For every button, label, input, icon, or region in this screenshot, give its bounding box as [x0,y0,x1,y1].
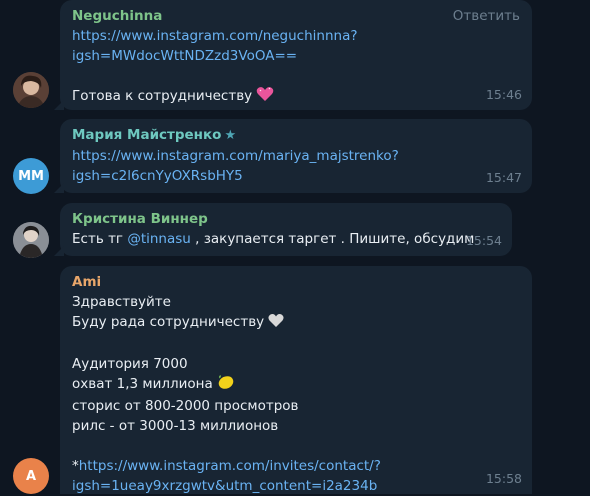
message-bubble[interactable]: Ответить Neguchinna https://www.instagra… [54,0,532,110]
message-bubble[interactable]: Ami Здравствуйте Буду рада сотрудничеств… [60,266,532,494]
message-time: 15:46 [485,87,522,102]
reply-button[interactable]: Ответить [453,6,520,26]
bubble-tail [54,183,64,193]
star-icon: ★ [224,128,237,143]
avatar[interactable] [13,72,49,108]
avatar-initials: A [25,468,37,484]
message-line: рилс - от 3000-13 миллионов [72,418,279,434]
user-photo-icon [13,72,49,108]
chat-history: Ответить Neguchinna https://www.instagra… [0,0,590,494]
message-line: Аудитория 7000 [72,356,188,372]
avatar[interactable] [13,222,49,258]
message-link[interactable]: https://www.instagram.com/mariya_majstre… [72,146,520,166]
mention-link[interactable]: @tinnasu [127,231,191,247]
heart-sparkle-icon [256,86,274,108]
white-heart-icon [268,313,285,334]
message-line: Буду рада сотрудничеству [72,312,520,334]
message-line: охват 1,3 миллиона [72,374,520,396]
user-photo-icon [13,222,49,258]
avatar-initials: ММ [18,168,44,184]
avatar[interactable]: ММ [13,158,49,194]
message-time: 15:58 [485,471,522,486]
message-line [72,334,520,354]
lemon-icon [217,374,235,396]
sender-name[interactable]: Кристина Виннер [72,209,500,229]
message-line: Здравствуйте [72,294,171,310]
message-time: 15:47 [485,170,522,185]
message-line [72,436,520,456]
message-time: 15:54 [465,233,502,248]
sender-name[interactable]: Ami [72,272,520,292]
message-line: сторис от 800-2000 просмотров [72,398,299,414]
message-text: Есть тг @tinnasu , закупается таргет . П… [72,231,475,247]
message-link[interactable]: https://www.instagram.com/neguchinnna? [72,26,520,46]
avatar[interactable]: A [13,458,49,494]
message-link-continued[interactable]: igsh=1ueay9xrzgwtv&utm_content=i2a234b [72,476,520,496]
bubble-tail [54,100,64,110]
message-bubble[interactable]: Кристина Виннер Есть тг @tinnasu , закуп… [54,203,512,256]
message-text: Готова к сотрудничеству [72,86,520,108]
message-link-continued[interactable]: igsh=MWdocWttNDZzd3VoOA== [72,46,520,66]
bubble-tail [54,246,64,256]
sender-name[interactable]: Мария Майстренко ★ [72,125,520,146]
message-link-continued[interactable]: igsh=c2l6cnYyOXRsbHY5 [72,166,520,186]
message-bubble[interactable]: Мария Майстренко ★ https://www.instagram.… [54,119,532,193]
message-link[interactable]: *https://www.instagram.com/invites/conta… [72,456,520,476]
